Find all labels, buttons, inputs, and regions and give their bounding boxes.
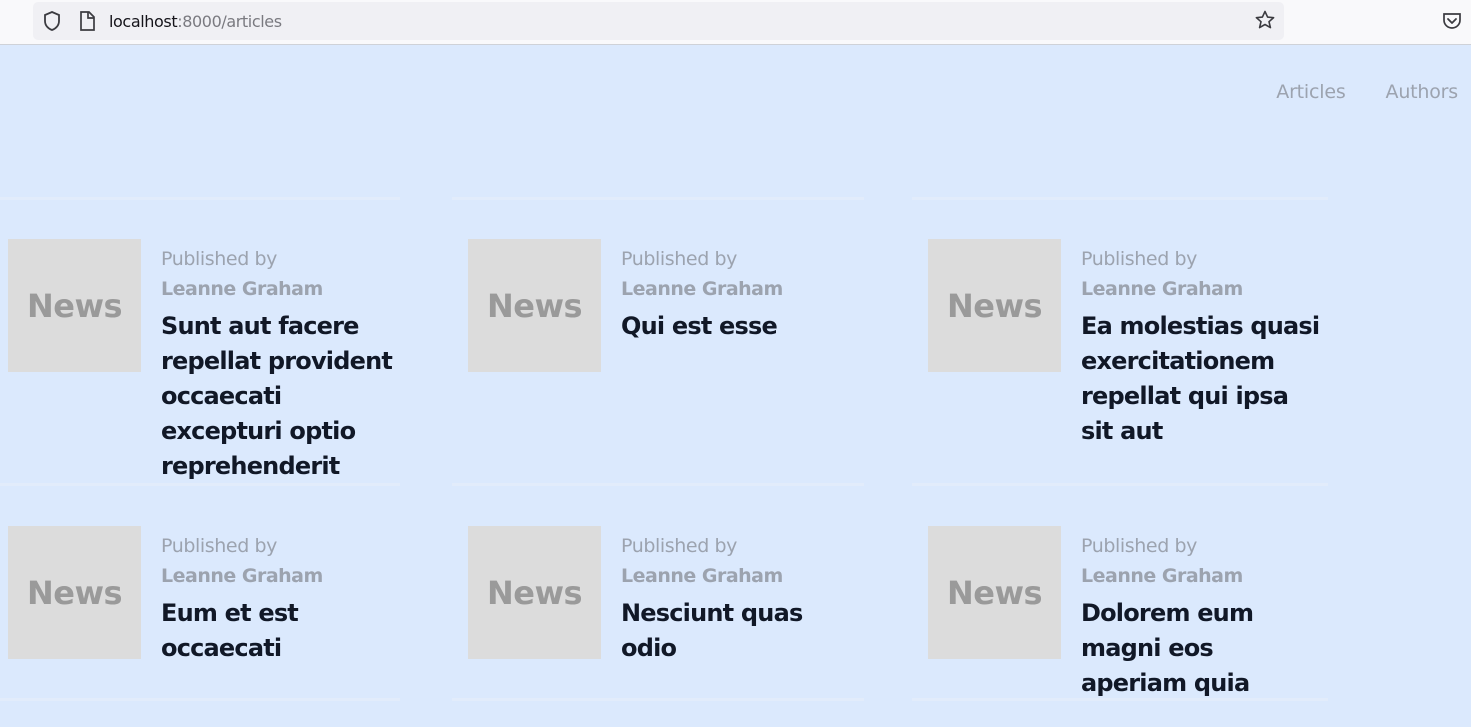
article-title[interactable]: Ea molestias quasi exercitationem repell… bbox=[1081, 309, 1321, 449]
author-name[interactable]: Leanne Graham bbox=[161, 561, 401, 591]
article-title[interactable]: Nesciunt quas odio bbox=[621, 596, 861, 666]
published-by-label: Published by bbox=[161, 248, 278, 270]
divider bbox=[912, 483, 1328, 486]
published-by-label: Published by bbox=[1081, 535, 1198, 557]
divider bbox=[452, 483, 864, 486]
article-title[interactable]: Qui est esse bbox=[621, 309, 861, 344]
news-thumbnail: News bbox=[468, 239, 601, 372]
shield-icon[interactable] bbox=[41, 10, 63, 32]
divider bbox=[912, 698, 1328, 701]
published-by-label: Published by bbox=[161, 535, 278, 557]
published-by-label: Published by bbox=[1081, 248, 1198, 270]
author-name[interactable]: Leanne Graham bbox=[161, 274, 401, 304]
author-name[interactable]: Leanne Graham bbox=[621, 274, 861, 304]
page-icon bbox=[80, 11, 95, 31]
url-text[interactable]: localhost:8000/articles bbox=[109, 12, 282, 31]
nav-authors-link[interactable]: Authors bbox=[1386, 81, 1459, 103]
main-nav: Articles Authors bbox=[1276, 81, 1458, 103]
author-name[interactable]: Leanne Graham bbox=[1081, 561, 1321, 591]
news-thumbnail: News bbox=[928, 239, 1061, 372]
nav-articles-link[interactable]: Articles bbox=[1276, 81, 1345, 103]
browser-toolbar: localhost:8000/articles bbox=[0, 0, 1471, 45]
news-thumbnail: News bbox=[468, 526, 601, 659]
divider bbox=[0, 197, 400, 200]
pocket-icon[interactable] bbox=[1441, 10, 1463, 32]
article-title[interactable]: Sunt aut facere repellat provident occae… bbox=[161, 309, 401, 484]
article-title[interactable]: Eum et est occaecati bbox=[161, 596, 401, 666]
divider bbox=[452, 197, 864, 200]
news-thumbnail: News bbox=[8, 526, 141, 659]
published-by-label: Published by bbox=[621, 535, 738, 557]
divider bbox=[452, 698, 864, 701]
author-name[interactable]: Leanne Graham bbox=[1081, 274, 1321, 304]
url-path: :8000/articles bbox=[177, 12, 282, 31]
divider bbox=[912, 197, 1328, 200]
divider bbox=[0, 698, 400, 701]
article-title[interactable]: Dolorem eum magni eos aperiam quia bbox=[1081, 596, 1321, 701]
bookmark-star-icon[interactable] bbox=[1254, 9, 1276, 31]
news-thumbnail: News bbox=[928, 526, 1061, 659]
divider bbox=[0, 483, 400, 486]
url-host: localhost bbox=[109, 12, 178, 31]
news-thumbnail: News bbox=[8, 239, 141, 372]
published-by-label: Published by bbox=[621, 248, 738, 270]
author-name[interactable]: Leanne Graham bbox=[621, 561, 861, 591]
